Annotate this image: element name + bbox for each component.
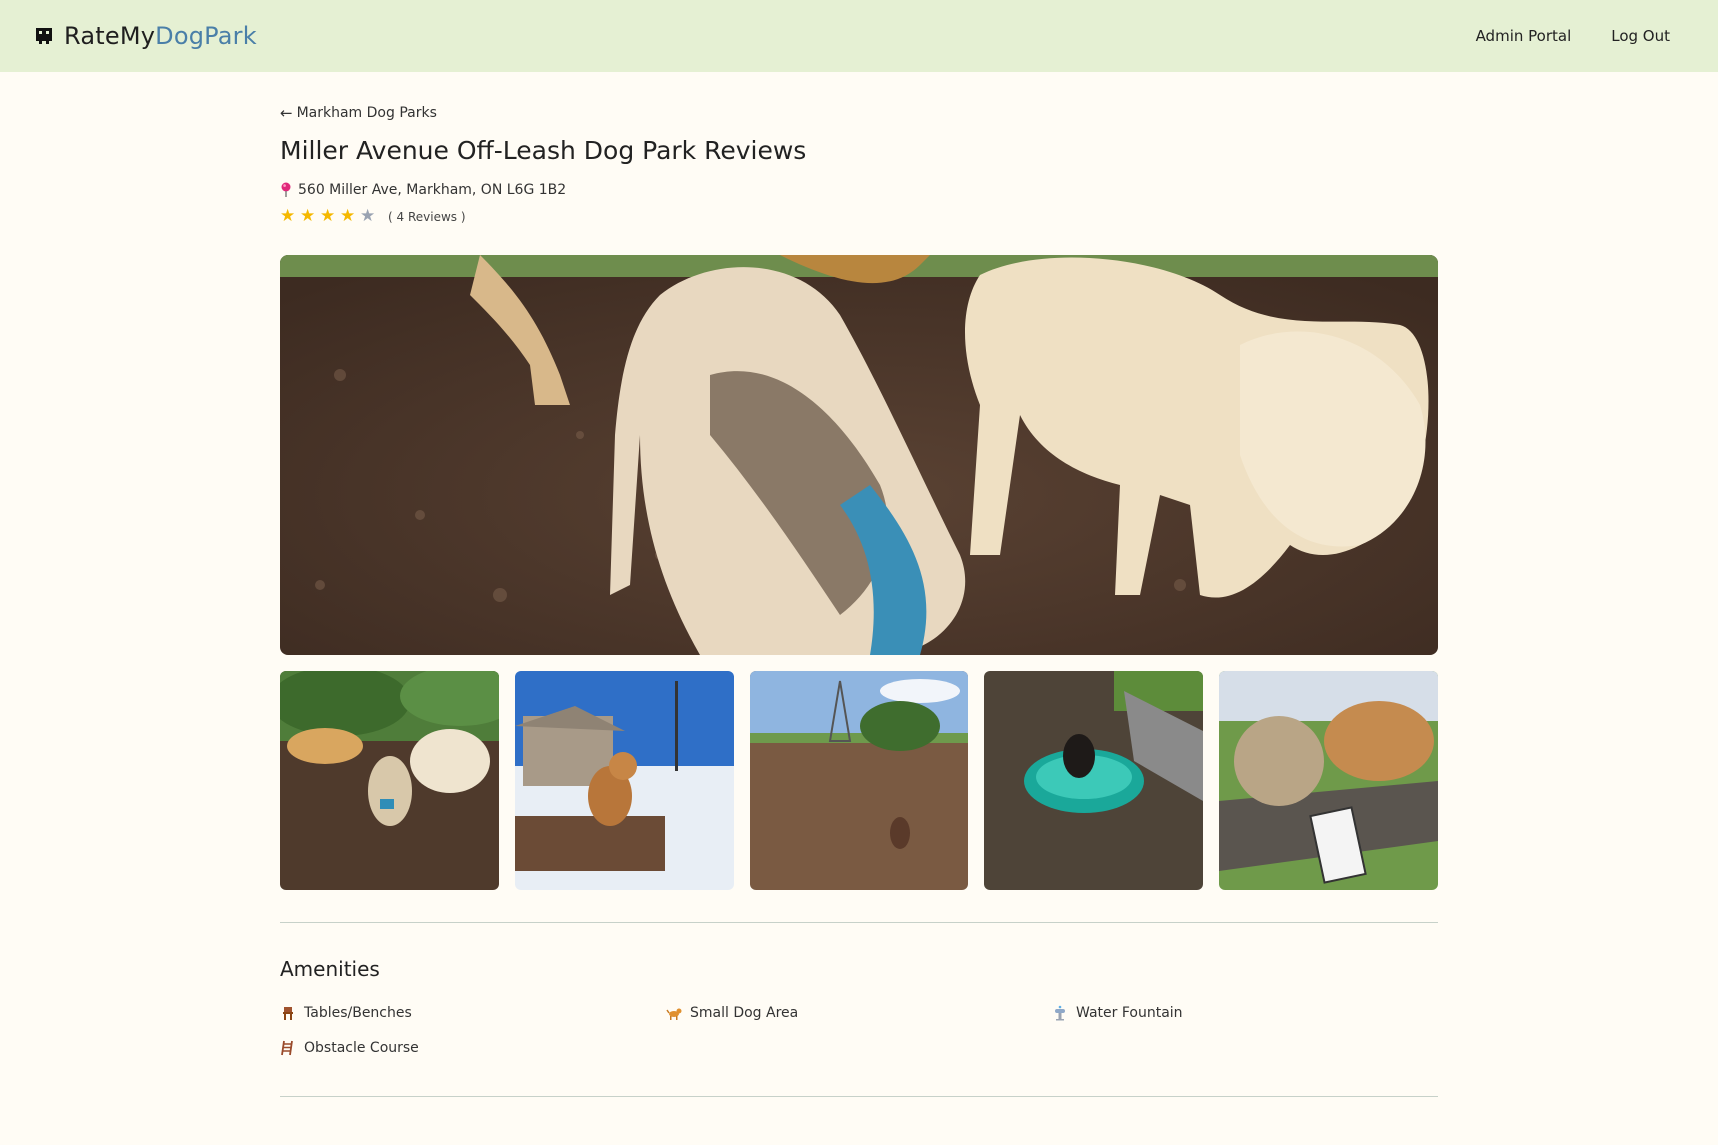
nav-links: Admin Portal Log Out [1476,27,1670,45]
page-title: Miller Avenue Off-Leash Dog Park Reviews [280,136,807,165]
photo-thumbnails [280,671,1438,890]
back-to-parks-link[interactable]: ← Markham Dog Parks [280,104,437,122]
map-pin-icon [280,182,292,198]
photo-dogs-playing-closeup [280,255,1438,655]
section-divider [280,922,1438,923]
obstacle-course-icon [280,1040,296,1056]
photo-park-field-towers [749,671,969,890]
star-filled-icon: ★ [300,206,316,226]
park-detail: ← Markham Dog Parks Miller Avenue Off-Le… [280,72,1438,1097]
brand-logo-link[interactable]: RateMyDogPark [34,22,257,50]
water-fountain-icon [1052,1005,1068,1021]
amenity-tables-benches: Tables/Benches [280,1005,666,1021]
thumbnail-2[interactable] [514,671,734,890]
amenity-small-dog-area: Small Dog Area [666,1005,1052,1021]
admin-portal-link[interactable]: Admin Portal [1476,27,1572,45]
stars-row: ★ ★ ★ ★ ★ [280,208,380,225]
thumbnail-5[interactable] [1219,671,1438,890]
back-arrow-icon: ← [280,104,293,122]
hero-photo[interactable] [280,255,1438,655]
address-text: 560 Miller Ave, Markham, ON L6G 1B2 [298,182,567,198]
photo-dog-in-snow [514,671,734,890]
thumbnail-4[interactable] [984,671,1204,890]
amenities-list: Tables/Benches Small Dog Area Water Foun… [280,1005,1438,1056]
photo-dogs-on-obstacle-sign [1219,671,1438,890]
photo-dog-in-wading-pool [984,671,1204,890]
review-count: ( 4 Reviews ) [388,209,466,224]
bottom-divider [280,1096,1438,1097]
dog-logo-icon [34,26,54,46]
amenities-title: Amenities [280,957,380,981]
back-link-label: Markham Dog Parks [296,105,437,121]
brand-name: RateMyDogPark [64,22,257,50]
amenity-obstacle-course: Obstacle Course [280,1040,666,1056]
thumbnail-1[interactable] [280,671,499,890]
star-filled-icon: ★ [340,206,356,226]
star-filled-icon: ★ [320,206,336,226]
star-empty-icon: ★ [360,206,376,226]
park-address: 560 Miller Ave, Markham, ON L6G 1B2 [280,182,1438,198]
bench-icon [280,1005,296,1021]
small-dog-icon [666,1005,682,1021]
star-filled-icon: ★ [280,206,296,226]
log-out-link[interactable]: Log Out [1611,27,1670,45]
navbar: RateMyDogPark Admin Portal Log Out [0,0,1718,72]
amenity-water-fountain: Water Fountain [1052,1005,1438,1021]
photo-dogs-on-mulch [280,671,499,890]
thumbnail-3[interactable] [749,671,969,890]
star-rating: ★ ★ ★ ★ ★ ( 4 Reviews ) [280,208,1438,225]
